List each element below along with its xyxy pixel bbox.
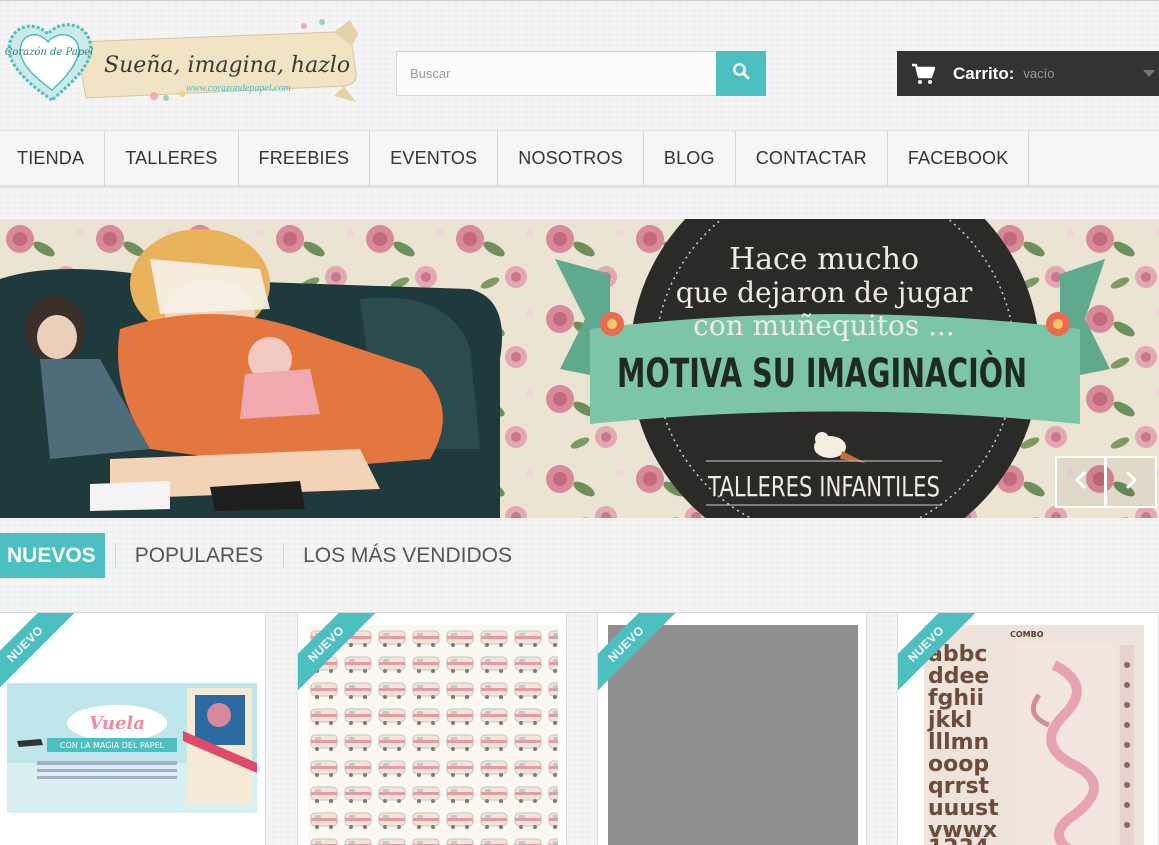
nav-item-facebook[interactable]: FACEBOOK	[888, 131, 1030, 186]
banner-line-1: Hace mucho	[729, 242, 919, 277]
product-card[interactable]: NUEVO	[297, 613, 567, 845]
nav-item-talleres[interactable]: TALLERES	[105, 131, 239, 186]
product-tabs: NUEVOS POPULARES LOS MÁS VENDIDOS	[0, 533, 532, 578]
cart-title: Carrito:	[953, 63, 1015, 83]
tab-nuevos[interactable]: NUEVOS	[0, 533, 105, 578]
cart-status: vacío	[1023, 66, 1055, 81]
slider-controls	[1055, 456, 1157, 508]
slider-next-button[interactable]	[1106, 456, 1157, 508]
banner-line-3: con muñequitos ...	[693, 309, 955, 342]
nav-item-contactar[interactable]: CONTACTAR	[736, 131, 888, 186]
nav-item-nosotros[interactable]: NOSOTROS	[498, 131, 644, 186]
banner-line-2: que dejaron de jugar	[676, 276, 973, 309]
logo-url: www.corazondepapel.com	[186, 83, 291, 94]
nav-item-eventos[interactable]: EVENTOS	[370, 131, 499, 186]
slider-prev-button[interactable]	[1055, 456, 1106, 508]
new-badge: NUEVO	[898, 613, 984, 699]
logo-heart-text: Corazón de Papel	[5, 47, 94, 58]
product-card[interactable]: NUEVO COMBO abbc ddee fghii jkkl lllmn o…	[897, 613, 1159, 845]
tab-mas-vendidos[interactable]: LOS MÁS VENDIDOS	[283, 533, 532, 578]
product-1-subtitle: CON LA MAGIA DEL PAPEL	[60, 741, 165, 750]
main-nav: TIENDA TALLERES FREEBIES EVENTOS NOSOTRO…	[0, 130, 1159, 188]
chevron-down-icon	[1143, 70, 1155, 77]
chevron-left-icon	[1074, 470, 1088, 495]
new-badge-label: NUEVO	[298, 613, 378, 696]
nav-item-tienda[interactable]: TIENDA	[0, 131, 106, 186]
logo-tagline: Sueña, imagina, hazlo	[104, 53, 350, 78]
new-badge-label: NUEVO	[898, 613, 978, 696]
product-card[interactable]: NUEVO Vuela CON LA MAGIA DEL PAPEL	[0, 613, 266, 845]
search-icon	[732, 62, 750, 85]
banner-ribbon-text: MOTIVA SU IMAGINACIÒN	[617, 349, 1027, 397]
top-border	[0, 0, 1159, 1]
new-badge-label: NUEVO	[598, 613, 678, 696]
chevron-right-icon	[1124, 470, 1138, 495]
banner-footer-text: TALLERES INFANTILES	[707, 470, 940, 503]
search-button[interactable]	[716, 51, 766, 96]
new-badge: NUEVO	[0, 613, 83, 699]
nav-item-blog[interactable]: BLOG	[644, 131, 736, 186]
product-1-title: Vuela	[89, 713, 145, 734]
new-badge: NUEVO	[598, 613, 684, 699]
cart-button[interactable]: Carrito: vacío	[897, 51, 1159, 96]
product-image: Vuela CON LA MAGIA DEL PAPEL	[7, 683, 257, 813]
cart-icon	[911, 63, 937, 85]
new-badge: NUEVO	[298, 613, 384, 699]
product-4-brand: COMBO	[1010, 630, 1044, 639]
tab-populares[interactable]: POPULARES	[114, 533, 283, 578]
new-badge-label: NUEVO	[0, 613, 77, 696]
nav-item-freebies[interactable]: FREEBIES	[239, 131, 371, 186]
search-bar	[396, 51, 766, 96]
product-card[interactable]: NUEVO	[597, 613, 867, 845]
hero-slider[interactable]: Hace mucho que dejaron de jugar con muñe…	[0, 219, 1159, 518]
search-input[interactable]	[396, 51, 716, 96]
svg-text:1234: 1234	[928, 836, 989, 845]
site-logo[interactable]: Corazón de Papel Sueña, imagina, hazlo w…	[4, 12, 360, 108]
